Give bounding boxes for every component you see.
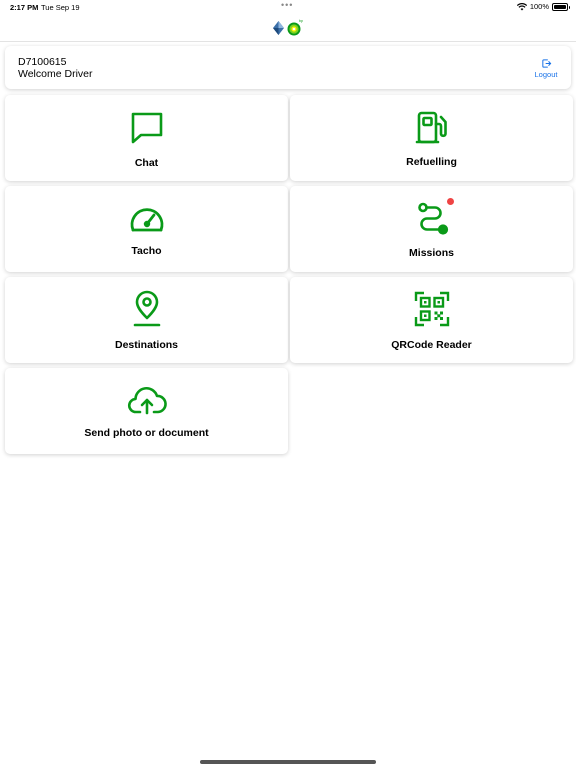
nav-bar: bp <box>0 14 576 42</box>
chat-tile[interactable]: Chat <box>5 95 288 181</box>
qr-code-icon <box>414 291 449 327</box>
logout-label: Logout <box>534 70 558 79</box>
qrcode-reader-label: QRCode Reader <box>391 339 472 351</box>
svg-text:bp: bp <box>299 19 303 23</box>
wifi-icon <box>516 2 527 10</box>
fuel-pump-icon <box>415 111 447 144</box>
bp-helios-logo-icon: bp <box>287 19 303 36</box>
cloud-upload-icon <box>127 387 167 415</box>
battery-fill <box>554 4 566 9</box>
refuelling-label: Refuelling <box>406 156 457 168</box>
battery-percent: 100% <box>529 2 549 11</box>
driver-welcome: Welcome Driver <box>18 68 93 80</box>
multitask-dots[interactable]: ••• <box>281 0 293 10</box>
status-time: 2:17 PM <box>10 3 39 12</box>
tacho-tile[interactable]: Tacho <box>5 186 288 272</box>
driver-card: D7100615 Welcome Driver Logout <box>5 46 571 89</box>
status-bar: 2:17 PM Tue Sep 19 ••• 100% <box>0 0 576 14</box>
send-photo-tile[interactable]: Send photo or document <box>5 368 288 454</box>
diamond-logo-icon <box>273 20 284 35</box>
status-right: 100% <box>516 2 570 11</box>
qrcode-reader-tile[interactable]: QRCode Reader <box>290 277 573 363</box>
brand-logos: bp <box>272 18 303 37</box>
battery-icon <box>552 2 570 11</box>
destinations-tile[interactable]: Destinations <box>5 277 288 363</box>
missions-label: Missions <box>409 247 454 259</box>
missions-tile[interactable]: Missions <box>290 186 573 272</box>
chat-icon <box>131 112 162 144</box>
send-photo-label: Send photo or document <box>84 427 209 439</box>
logout-icon <box>541 59 551 68</box>
missions-notification-dot <box>447 198 454 205</box>
map-pin-icon <box>133 290 160 327</box>
status-date: Tue Sep 19 <box>41 3 80 12</box>
speedometer-icon <box>130 208 163 232</box>
destinations-label: Destinations <box>114 339 178 351</box>
tacho-label: Tacho <box>131 245 162 257</box>
driver-id: D7100615 <box>18 56 67 68</box>
refuelling-tile[interactable]: Refuelling <box>290 95 573 181</box>
home-indicator[interactable] <box>200 760 376 764</box>
logout-button[interactable]: Logout <box>533 58 559 79</box>
route-icon <box>417 202 448 235</box>
chat-label: Chat <box>134 157 159 169</box>
